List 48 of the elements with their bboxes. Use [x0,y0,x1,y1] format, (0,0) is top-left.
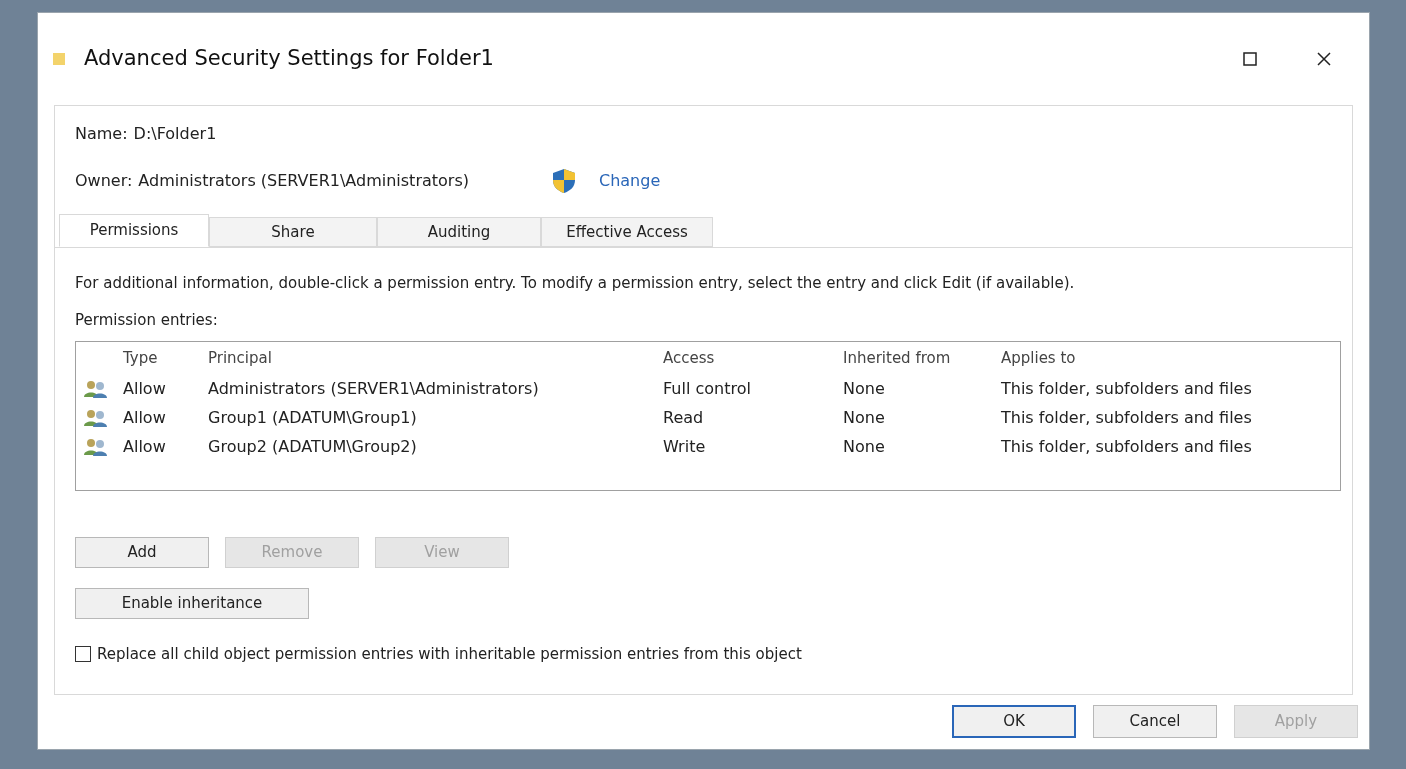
table-cell-text: Group1 (ADATUM\Group1) [208,406,418,429]
tab[interactable]: Permissions [59,214,209,247]
maximize-icon [1243,52,1257,66]
replace-checkbox[interactable] [75,646,91,663]
dialog-button[interactable]: Cancel [1093,705,1217,738]
table-cell-text: None [843,406,886,429]
owner-value: Administrators (SERVER1\Administrators) [138,170,469,192]
table-cell-text: Full control [663,377,752,400]
name-value: D:\Folder1 [133,123,217,145]
window-title: Advanced Security Settings for Folder1 [84,45,494,73]
permission-entries-label: Permission entries: [75,309,219,331]
column-header: Principal [208,347,273,369]
table-cell-text: This folder, subfolders and files [1001,377,1253,400]
name-label: Name: [75,123,128,145]
users-icon [83,379,109,398]
table-row[interactable]: Allow Group2 (ADATUM\Group2) Write None This folder, subfolders and files [76,432,1340,461]
table-cell-text: This folder, subfolders and files [1001,406,1253,429]
table-cell-text: Read [663,406,705,429]
info-text: For additional information, double-click a permission entry. To modify a permission entry, select the entry and click Edit (if available). [75,273,1076,294]
table-cell-text: Allow [123,377,167,400]
replace-checkbox-label: Replace all child object permission entries with inheritable permission entries from this object [97,644,802,665]
table-row[interactable]: Allow Administrators (SERVER1\Administrators) Full control None This folder, subfolders and files [76,374,1340,403]
table-cell-text: Allow [123,435,167,458]
tab[interactable]: Effective Access [541,217,713,247]
column-header: Inherited from [843,347,952,369]
table-cell-text: None [843,377,886,400]
enable-inheritance-button[interactable]: Enable inheritance [75,588,309,619]
table-cell-text: Write [663,435,707,458]
change-link[interactable]: Change [599,169,661,193]
table-cell-text: Allow [123,406,167,429]
tab[interactable]: Share [209,217,377,247]
tab[interactable]: Auditing [377,217,541,247]
owner-label: Owner: [75,170,133,192]
table-cell-text: This folder, subfolders and files [1001,435,1253,458]
close-icon [1316,51,1332,67]
folder-icon [52,51,66,67]
entry-button[interactable]: Add [75,537,209,568]
table-cell-text: Group2 (ADATUM\Group2) [208,435,418,458]
shield-icon [551,168,577,194]
column-header: Applies to [1001,347,1077,369]
table-row[interactable]: Allow Group1 (ADATUM\Group1) Read None This folder, subfolders and files [76,403,1340,432]
column-header: Access [663,347,716,369]
users-icon [83,437,109,456]
dialog-button[interactable]: OK [952,705,1076,738]
table-cell-text: Administrators (SERVER1\Administrators) [208,377,540,400]
users-icon [83,408,109,427]
column-header: Type [123,347,159,369]
table-cell-text: None [843,435,886,458]
